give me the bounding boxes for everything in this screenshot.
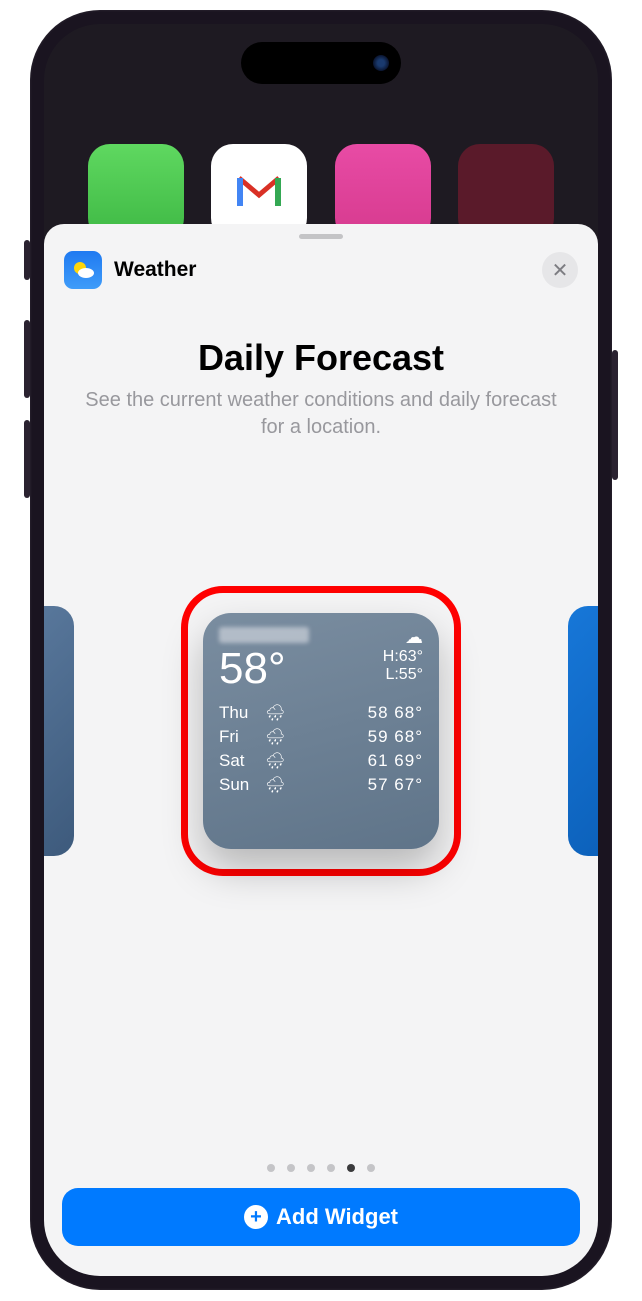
forecast-row: Sun 🌧 57 67° bbox=[219, 773, 423, 797]
page-dot-active[interactable] bbox=[347, 1164, 355, 1172]
day-label: Sat bbox=[219, 751, 265, 771]
location-label-redacted bbox=[219, 627, 309, 643]
low-temp-label: L:55° bbox=[383, 666, 423, 684]
page-dot[interactable] bbox=[287, 1164, 295, 1172]
power-button[interactable] bbox=[612, 350, 618, 480]
high-temp-label: H:63° bbox=[383, 648, 423, 666]
page-dot[interactable] bbox=[267, 1164, 275, 1172]
day-label: Fri bbox=[219, 727, 265, 747]
app-name-label: Weather bbox=[114, 258, 196, 282]
widget-carousel[interactable]: 58° ☁ H:63° L:55° Thu 🌧 58 68° bbox=[44, 581, 598, 881]
close-button[interactable]: ✕ bbox=[542, 252, 578, 288]
plus-icon: + bbox=[244, 1205, 268, 1229]
day-label: Sun bbox=[219, 775, 265, 795]
phone-frame: Weather ✕ Daily Forecast See the current… bbox=[30, 10, 612, 1290]
phone-screen: Weather ✕ Daily Forecast See the current… bbox=[44, 24, 598, 1276]
rain-icon: 🌧 bbox=[265, 751, 305, 771]
rain-icon: 🌧 bbox=[265, 703, 305, 723]
page-dot[interactable] bbox=[327, 1164, 335, 1172]
forecast-row: Thu 🌧 58 68° bbox=[219, 701, 423, 725]
temp-range: 59 68° bbox=[305, 727, 423, 747]
close-icon: ✕ bbox=[552, 258, 569, 283]
weather-app-icon bbox=[64, 251, 102, 289]
front-camera bbox=[373, 55, 389, 71]
forecast-row: Sat 🌧 61 69° bbox=[219, 749, 423, 773]
widget-picker-sheet: Weather ✕ Daily Forecast See the current… bbox=[44, 224, 598, 1276]
add-widget-button[interactable]: + Add Widget bbox=[62, 1188, 580, 1246]
volume-down-button[interactable] bbox=[24, 420, 30, 498]
silence-switch[interactable] bbox=[24, 240, 30, 280]
add-widget-label: Add Widget bbox=[276, 1204, 398, 1230]
forecast-rows: Thu 🌧 58 68° Fri 🌧 59 68° Sat 🌧 6 bbox=[219, 701, 423, 797]
condition-icon: ☁ bbox=[383, 627, 423, 648]
temp-range: 58 68° bbox=[305, 703, 423, 723]
forecast-row: Fri 🌧 59 68° bbox=[219, 725, 423, 749]
rain-icon: 🌧 bbox=[265, 775, 305, 795]
day-label: Thu bbox=[219, 703, 265, 723]
page-dot[interactable] bbox=[367, 1164, 375, 1172]
carousel-peek-next[interactable] bbox=[568, 606, 598, 856]
page-indicator[interactable] bbox=[44, 1164, 598, 1172]
temp-range: 61 69° bbox=[305, 751, 423, 771]
widget-preview[interactable]: 58° ☁ H:63° L:55° Thu 🌧 58 68° bbox=[203, 613, 439, 849]
widget-title: Daily Forecast bbox=[44, 337, 598, 379]
rain-icon: 🌧 bbox=[265, 727, 305, 747]
page-dot[interactable] bbox=[307, 1164, 315, 1172]
dynamic-island bbox=[241, 42, 401, 84]
volume-up-button[interactable] bbox=[24, 320, 30, 398]
current-temperature: 58° bbox=[219, 647, 309, 691]
temp-range: 57 67° bbox=[305, 775, 423, 795]
widget-description: See the current weather conditions and d… bbox=[44, 379, 598, 441]
carousel-peek-previous[interactable] bbox=[44, 606, 74, 856]
sheet-header: Weather ✕ bbox=[44, 239, 598, 289]
